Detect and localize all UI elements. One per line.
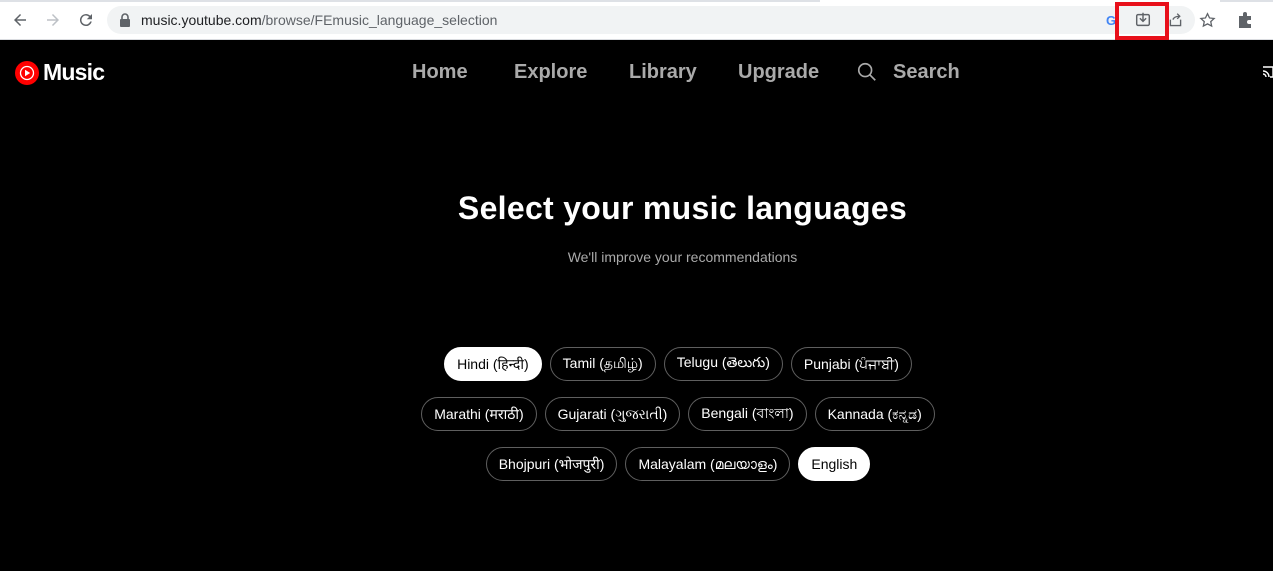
language-chip-telugu[interactable]: Telugu (తెలుగు) bbox=[663, 347, 783, 381]
cast-icon[interactable] bbox=[1262, 64, 1273, 80]
nav-explore[interactable]: Explore bbox=[514, 61, 587, 84]
address-bar[interactable]: music.youtube.com/browse/FEmusic_languag… bbox=[107, 6, 1216, 34]
ytmusic-header: Music Home Explore Library Upgrade Searc… bbox=[0, 40, 1273, 104]
logo-text: Music bbox=[43, 59, 105, 85]
language-row-2: Marathi (मराठी) Gujarati (ગુજરાતી) Benga… bbox=[0, 397, 1273, 431]
language-chip-punjabi[interactable]: Punjabi (ਪੰਜਾਬੀ) bbox=[790, 347, 912, 381]
language-chip-bengali[interactable]: Bengali (বাংলা) bbox=[688, 397, 807, 431]
browser-toolbar: music.youtube.com/browse/FEmusic_languag… bbox=[0, 0, 1273, 40]
search-icon[interactable] bbox=[856, 61, 878, 83]
language-chip-hindi[interactable]: Hindi (हिन्दी) bbox=[444, 347, 542, 381]
install-button-highlight bbox=[1115, 2, 1169, 40]
ytmusic-logo-icon bbox=[15, 60, 39, 85]
language-chip-bhojpuri[interactable]: Bhojpuri (भोजपुरी) bbox=[485, 447, 618, 481]
back-button[interactable] bbox=[8, 8, 32, 32]
language-row-1: Hindi (हिन्दी) Tamil (தமிழ்) Telugu (తెల… bbox=[0, 347, 1273, 381]
page-subtitle: We'll improve your recommendations bbox=[567, 249, 798, 265]
page-title: Select your music languages bbox=[457, 190, 908, 226]
language-row-3: Bhojpuri (भोजपुरी) Malayalam (മലയാളം) En… bbox=[0, 447, 1273, 481]
search-label[interactable]: Search bbox=[893, 61, 960, 84]
lock-icon bbox=[120, 13, 130, 27]
language-chip-malayalam[interactable]: Malayalam (മലയാളം) bbox=[625, 447, 791, 481]
ytmusic-logo[interactable]: Music bbox=[15, 59, 105, 86]
language-chip-english[interactable]: English bbox=[798, 447, 871, 481]
forward-button[interactable] bbox=[41, 8, 65, 32]
url-text[interactable]: music.youtube.com/browse/FEmusic_languag… bbox=[141, 6, 497, 34]
url-path: /browse/FEmusic_language_selection bbox=[261, 12, 498, 28]
arrow-right-icon bbox=[47, 14, 59, 26]
language-chip-tamil[interactable]: Tamil (தமிழ்) bbox=[549, 347, 656, 381]
url-domain: music.youtube.com bbox=[141, 12, 262, 28]
language-chip-kannada[interactable]: Kannada (ಕನ್ನಡ) bbox=[814, 397, 935, 431]
arrow-left-icon bbox=[14, 14, 26, 26]
nav-library[interactable]: Library bbox=[629, 61, 697, 84]
language-chip-gujarati[interactable]: Gujarati (ગુજરાતી) bbox=[544, 397, 681, 431]
language-chip-marathi[interactable]: Marathi (मराठी) bbox=[421, 397, 537, 431]
tab-strip bbox=[0, 0, 1273, 2]
nav-upgrade[interactable]: Upgrade bbox=[738, 61, 819, 84]
nav-home[interactable]: Home bbox=[412, 61, 468, 84]
extensions-puzzle-icon[interactable] bbox=[1236, 10, 1256, 30]
reload-icon bbox=[79, 14, 92, 27]
bookmark-star-icon[interactable] bbox=[1197, 10, 1217, 30]
reload-button[interactable] bbox=[74, 8, 98, 32]
